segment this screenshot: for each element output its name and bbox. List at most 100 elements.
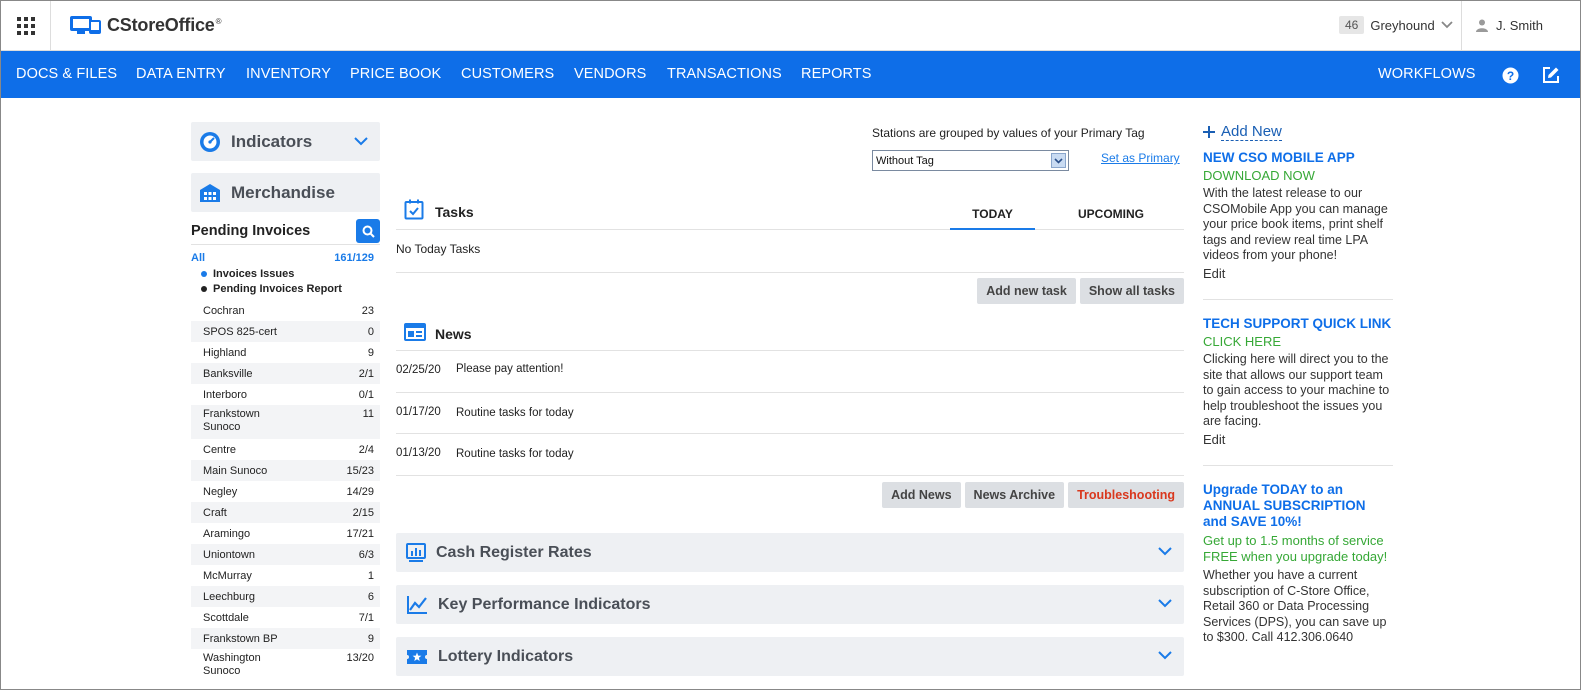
store-invoice-list: Cochran 23 SPOS 825-cert 0 Highland 9 Banks… bbox=[191, 300, 380, 683]
promo-link[interactable]: Get up to 1.5 months of service FREE whe… bbox=[1203, 533, 1393, 565]
chevron-down-icon bbox=[1441, 21, 1453, 29]
nav-reports[interactable]: REPORTS bbox=[801, 66, 872, 82]
list-item[interactable]: Washington Sunoco 13/20 bbox=[191, 649, 380, 683]
list-item[interactable]: Uniontown 6/3 bbox=[191, 544, 380, 565]
key-performance-indicators-section[interactable]: Key Performance Indicators bbox=[396, 585, 1184, 624]
nav-vendors[interactable]: VENDORS bbox=[574, 66, 646, 82]
indicators-panel-header[interactable]: Indicators bbox=[191, 122, 380, 161]
store-count: 0 bbox=[367, 325, 374, 338]
indicators-title: Indicators bbox=[231, 131, 313, 151]
store-count: 1 bbox=[367, 569, 374, 582]
list-item[interactable]: Cochran 23 bbox=[191, 300, 380, 321]
promo-link[interactable]: CLICK HERE bbox=[1203, 334, 1393, 350]
chevron-down-icon bbox=[1158, 547, 1172, 556]
list-item[interactable]: Centre 2/4 bbox=[191, 439, 380, 460]
list-item[interactable]: Interboro 0/1 bbox=[191, 384, 380, 405]
promo-card: NEW CSO MOBILE APP DOWNLOAD NOW With the… bbox=[1203, 150, 1393, 300]
warehouse-icon bbox=[200, 183, 220, 202]
invoices-issues-label: Invoices Issues bbox=[213, 267, 295, 280]
grid-icon bbox=[16, 16, 35, 35]
store-count: 17/21 bbox=[346, 527, 374, 540]
show-all-tasks-button[interactable]: Show all tasks bbox=[1079, 278, 1184, 304]
list-item[interactable]: Craft 2/15 bbox=[191, 502, 380, 523]
list-item[interactable]: Scottdale 7/1 bbox=[191, 607, 380, 628]
news-icon bbox=[404, 323, 426, 341]
cash-register-rates-section[interactable]: Cash Register Rates bbox=[396, 533, 1184, 572]
promo-body: Whether you have a current subscription … bbox=[1203, 568, 1387, 644]
store-selector[interactable]: 46 Greyhound bbox=[1339, 16, 1453, 34]
nav-workflows[interactable]: WORKFLOWS bbox=[1378, 66, 1476, 82]
invoices-issues-link[interactable]: Invoices Issues bbox=[201, 266, 380, 281]
store-count: 6/3 bbox=[358, 548, 374, 561]
store-count: 6 bbox=[367, 590, 374, 603]
tab-upcoming[interactable]: UPCOMING bbox=[1066, 199, 1156, 230]
list-item[interactable]: Main Sunoco 15/23 bbox=[191, 460, 380, 481]
store-name: Cochran bbox=[203, 304, 245, 317]
user-icon bbox=[1476, 19, 1488, 32]
list-item[interactable]: Banksville 2/1 bbox=[191, 363, 380, 384]
help-icon[interactable]: ? bbox=[1502, 67, 1519, 84]
nav-docs-files[interactable]: DOCS & FILES bbox=[16, 66, 117, 82]
list-item[interactable]: Frankstown BP 9 bbox=[191, 628, 380, 649]
store-name: Leechburg bbox=[203, 590, 255, 603]
store-count: 0/1 bbox=[358, 388, 374, 401]
pending-invoices-report-label: Pending Invoices Report bbox=[213, 282, 342, 295]
list-item[interactable]: SPOS 825-cert 0 bbox=[191, 321, 380, 342]
list-item[interactable]: Aramingo 17/21 bbox=[191, 523, 380, 544]
add-new-link[interactable]: Add New bbox=[1203, 122, 1393, 142]
user-menu[interactable]: J. Smith bbox=[1461, 1, 1580, 50]
store-count: 2/1 bbox=[358, 367, 374, 380]
promo-edit-link[interactable]: Edit bbox=[1203, 266, 1393, 282]
list-item[interactable]: McMurray 1 bbox=[191, 565, 380, 586]
tasks-header: Tasks TODAY UPCOMING bbox=[396, 199, 1184, 230]
primary-tag-select[interactable]: Without Tag bbox=[872, 150, 1069, 171]
register-chart-icon bbox=[406, 542, 426, 562]
select-arrow-button[interactable] bbox=[1051, 153, 1066, 168]
news-date: 01/17/20 bbox=[396, 406, 441, 418]
store-count: 14/29 bbox=[346, 485, 374, 498]
nav-price-book[interactable]: PRICE BOOK bbox=[350, 66, 441, 82]
news-item[interactable]: 02/25/20 Please pay attention! bbox=[396, 352, 1184, 393]
store-name: Greyhound bbox=[1370, 17, 1435, 33]
nav-transactions[interactable]: TRANSACTIONS bbox=[667, 66, 782, 82]
nav-data-entry[interactable]: DATA ENTRY bbox=[136, 66, 226, 82]
add-new-task-button[interactable]: Add new task bbox=[977, 278, 1076, 304]
plus-icon bbox=[1203, 126, 1215, 138]
list-item[interactable]: Highland 9 bbox=[191, 342, 380, 363]
list-item[interactable]: Frankstown Sunoco 11 bbox=[191, 405, 380, 439]
app-logo[interactable]: CStoreOffice ® bbox=[69, 14, 222, 36]
all-invoices-row[interactable]: All 161/129 bbox=[191, 252, 380, 264]
invoice-search-button[interactable] bbox=[356, 219, 380, 243]
store-name: Centre bbox=[203, 443, 237, 456]
nav-inventory[interactable]: INVENTORY bbox=[246, 66, 331, 82]
tab-today[interactable]: TODAY bbox=[950, 199, 1035, 230]
news-archive-button[interactable]: News Archive bbox=[964, 482, 1065, 508]
troubleshooting-button[interactable]: Troubleshooting bbox=[1068, 482, 1184, 508]
nav-customers[interactable]: CUSTOMERS bbox=[461, 66, 554, 82]
no-tasks-message: No Today Tasks bbox=[396, 242, 481, 256]
edit-icon[interactable] bbox=[1542, 66, 1560, 84]
merchandise-title: Merchandise bbox=[231, 182, 335, 202]
news-item[interactable]: 01/13/20 Routine tasks for today bbox=[396, 435, 1184, 476]
list-item[interactable]: Negley 14/29 bbox=[191, 481, 380, 502]
store-name: McMurray bbox=[203, 569, 252, 582]
store-count: 7/1 bbox=[358, 611, 374, 624]
calendar-check-icon bbox=[404, 199, 424, 220]
apps-menu-button[interactable] bbox=[1, 1, 51, 50]
promo-title: TECH SUPPORT QUICK LINK bbox=[1203, 316, 1392, 331]
list-item[interactable]: Leechburg 6 bbox=[191, 586, 380, 607]
promo-edit-link[interactable]: Edit bbox=[1203, 432, 1393, 448]
promo-link[interactable]: DOWNLOAD NOW bbox=[1203, 168, 1393, 184]
merchandise-panel-header[interactable]: Merchandise bbox=[191, 173, 380, 212]
svg-text:?: ? bbox=[1507, 69, 1514, 83]
news-item[interactable]: 01/17/20 Routine tasks for today bbox=[396, 394, 1184, 434]
lottery-indicators-section[interactable]: Lottery Indicators bbox=[396, 637, 1184, 676]
pending-invoices-report-link[interactable]: Pending Invoices Report bbox=[201, 281, 380, 296]
invoice-links: Invoices Issues Pending Invoices Report bbox=[191, 266, 380, 296]
set-as-primary-link[interactable]: Set as Primary bbox=[1101, 151, 1180, 165]
chevron-down-icon bbox=[1158, 651, 1172, 660]
store-name: Interboro bbox=[203, 388, 248, 401]
news-title: News bbox=[435, 326, 472, 342]
add-news-button[interactable]: Add News bbox=[882, 482, 961, 508]
all-count: 161/129 bbox=[334, 252, 374, 264]
